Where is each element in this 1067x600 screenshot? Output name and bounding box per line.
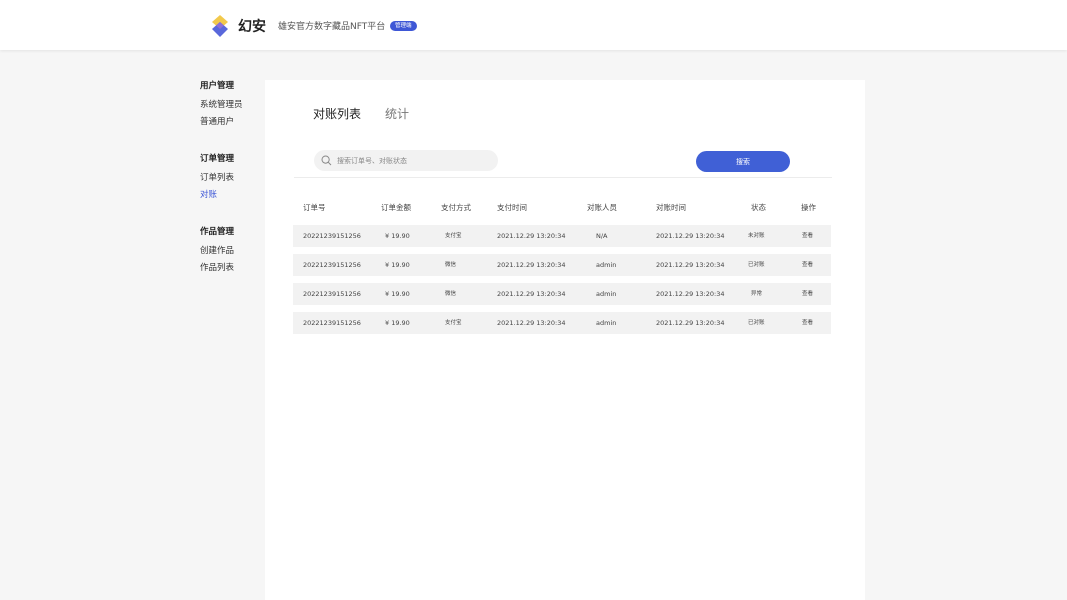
- col-header-actions: 操作: [801, 203, 816, 212]
- main-panel: 对账列表 统计 搜索 订单号 订单金额 支付方式 支付时间 对账人员 对账时间 …: [265, 80, 865, 600]
- pay-time-cell: 2021.12.29 13:20:34: [497, 319, 566, 327]
- reconciler-cell: admin: [596, 319, 617, 327]
- reconcile-time-cell: 2021.12.29 13:20:34: [656, 290, 725, 298]
- sidebar-group-title: 用户管理: [200, 81, 235, 91]
- pay-time-cell: 2021.12.29 13:20:34: [497, 232, 566, 240]
- col-header-amount: 订单金额: [381, 203, 411, 212]
- status-cell: 已对账: [748, 262, 765, 268]
- col-header-order-no: 订单号: [303, 203, 326, 212]
- amount-cell: ¥ 19.90: [385, 319, 410, 327]
- pay-time-cell: 2021.12.29 13:20:34: [497, 290, 566, 298]
- reconcile-time-cell: 2021.12.29 13:20:34: [656, 319, 725, 327]
- col-header-reconciler: 对账人员: [587, 203, 617, 212]
- pay-method-cell: 支付宝: [445, 320, 462, 326]
- col-header-status: 状态: [751, 203, 766, 212]
- table-row: 20221239151256 ¥ 19.90 支付宝 2021.12.29 13…: [293, 312, 831, 334]
- sidebar-item-reconciliation[interactable]: 对账: [200, 187, 264, 204]
- sidebar-item-system-admin[interactable]: 系统管理员: [200, 97, 264, 114]
- table-row: 20221239151256 ¥ 19.90 微信 2021.12.29 13:…: [293, 283, 831, 305]
- view-link[interactable]: 查看: [802, 283, 813, 305]
- order-no-cell: 20221239151256: [303, 290, 361, 298]
- search-box: [314, 150, 498, 171]
- sidebar-item-create-work[interactable]: 创建作品: [200, 243, 264, 260]
- order-no-cell: 20221239151256: [303, 232, 361, 240]
- sidebar-item-work-list[interactable]: 作品列表: [200, 260, 264, 277]
- pay-method-cell: 支付宝: [445, 233, 462, 239]
- divider: [294, 177, 832, 178]
- amount-cell: ¥ 19.90: [385, 232, 410, 240]
- sidebar-group-works: 作品管理 创建作品 作品列表: [200, 226, 264, 277]
- sidebar-item-normal-users[interactable]: 普通用户: [200, 114, 264, 131]
- tab-statistics[interactable]: 统计: [385, 105, 409, 122]
- brand-name: 幻安: [238, 19, 266, 35]
- reconciler-cell: admin: [596, 290, 617, 298]
- top-header: 幻安 雄安官方数字藏品NFT平台 管理端: [0, 0, 1067, 50]
- logo-icon: [212, 15, 228, 37]
- reconcile-time-cell: 2021.12.29 13:20:34: [656, 261, 725, 269]
- status-cell: 已对账: [748, 320, 765, 326]
- view-link[interactable]: 查看: [802, 312, 813, 334]
- sidebar-group-users: 用户管理 系统管理员 普通用户: [200, 80, 264, 131]
- search-input[interactable]: [337, 150, 492, 171]
- sidebar-group-orders: 订单管理 订单列表 对账: [200, 153, 264, 204]
- col-header-reconcile-time: 对账时间: [656, 203, 686, 212]
- status-cell: 异常: [751, 291, 763, 297]
- order-no-cell: 20221239151256: [303, 319, 361, 327]
- view-link[interactable]: 查看: [802, 254, 813, 276]
- view-link[interactable]: 查看: [802, 225, 813, 247]
- col-header-pay-time: 支付时间: [497, 203, 527, 212]
- sidebar-item-order-list[interactable]: 订单列表: [200, 170, 264, 187]
- status-cell: 未对账: [748, 233, 765, 239]
- admin-badge: 管理端: [390, 21, 417, 31]
- amount-cell: ¥ 19.90: [385, 290, 410, 298]
- reconciler-cell: admin: [596, 261, 617, 269]
- pay-method-cell: 微信: [445, 262, 457, 268]
- reconcile-time-cell: 2021.12.29 13:20:34: [656, 232, 725, 240]
- reconciler-cell: N/A: [596, 232, 608, 240]
- order-no-cell: 20221239151256: [303, 261, 361, 269]
- col-header-pay-method: 支付方式: [441, 203, 471, 212]
- search-icon: [321, 155, 332, 166]
- sidebar-group-title: 作品管理: [200, 227, 235, 237]
- tab-reconciliation-list[interactable]: 对账列表: [313, 105, 361, 122]
- pay-method-cell: 微信: [445, 291, 457, 297]
- search-button[interactable]: 搜索: [696, 151, 790, 172]
- table-row: 20221239151256 ¥ 19.90 微信 2021.12.29 13:…: [293, 254, 831, 276]
- platform-subtitle: 雄安官方数字藏品NFT平台: [278, 22, 386, 32]
- pay-time-cell: 2021.12.29 13:20:34: [497, 261, 566, 269]
- table-row: 20221239151256 ¥ 19.90 支付宝 2021.12.29 13…: [293, 225, 831, 247]
- sidebar-group-title: 订单管理: [200, 154, 235, 164]
- amount-cell: ¥ 19.90: [385, 261, 410, 269]
